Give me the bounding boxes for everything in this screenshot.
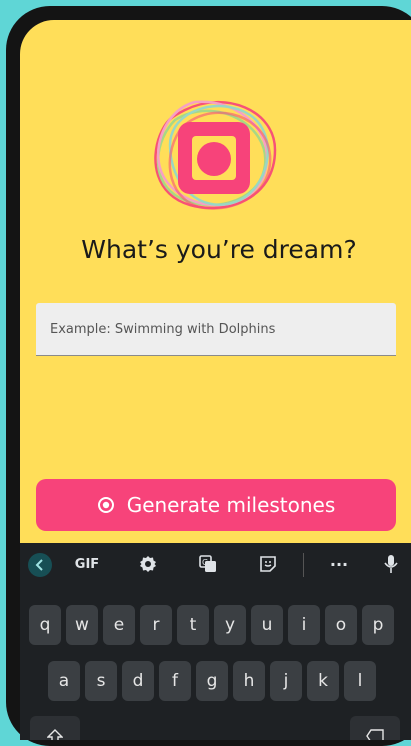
key-k[interactable]: k [307,661,339,701]
translate-icon[interactable]: G [195,551,221,577]
key-i[interactable]: i [288,605,320,645]
key-q[interactable]: q [29,605,61,645]
shift-key[interactable] [30,716,80,740]
dream-input[interactable] [36,303,396,355]
soft-keyboard: GIF G ··· q w e r t y u i o p a s d f g … [20,543,411,740]
key-f[interactable]: f [159,661,191,701]
mic-icon[interactable] [378,551,404,577]
key-l[interactable]: l [344,661,376,701]
target-icon [97,497,114,513]
keyboard-toolbar: GIF G ··· [20,543,411,587]
key-r[interactable]: r [140,605,172,645]
more-icon[interactable]: ··· [326,551,352,577]
backspace-key[interactable] [350,716,400,740]
key-w[interactable]: w [66,605,98,645]
svg-text:G: G [202,558,208,567]
generate-milestones-label: Generate milestones [126,493,336,517]
app-screen: What’s you’re dream? Generate milestones… [20,20,411,740]
key-g[interactable]: g [196,661,228,701]
keyboard-row-2: asdfghjkl [20,661,411,701]
dream-input-container[interactable] [36,303,396,356]
generate-milestones-button[interactable]: Generate milestones [36,479,396,531]
key-o[interactable]: o [325,605,357,645]
sticker-icon[interactable] [255,551,281,577]
key-u[interactable]: u [251,605,283,645]
key-e[interactable]: e [103,605,135,645]
keyboard-row-3 [20,716,411,740]
key-y[interactable]: y [214,605,246,645]
back-icon[interactable] [28,553,52,577]
gif-button[interactable]: GIF [70,551,104,577]
key-s[interactable]: s [85,661,117,701]
keyboard-row-1: qwertyuiop [20,605,411,645]
toolbar-divider [303,553,304,577]
key-t[interactable]: t [177,605,209,645]
key-a[interactable]: a [48,661,80,701]
page-title: What’s you’re dream? [81,235,357,264]
key-h[interactable]: h [233,661,265,701]
app-logo [154,100,277,210]
key-d[interactable]: d [122,661,154,701]
key-p[interactable]: p [362,605,394,645]
phone-frame: What’s you’re dream? Generate milestones… [6,6,411,746]
gear-icon[interactable] [135,551,161,577]
key-j[interactable]: j [270,661,302,701]
